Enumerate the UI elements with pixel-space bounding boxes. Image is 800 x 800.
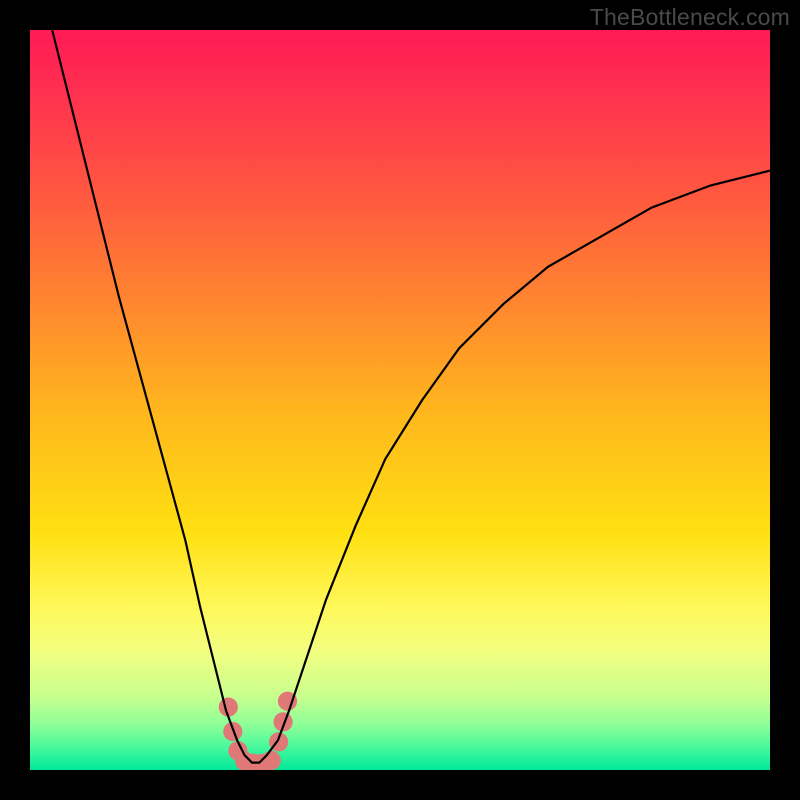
marker-bottom-dot-4 [262, 751, 281, 770]
chart-markers [219, 692, 297, 770]
chart-svg [30, 30, 770, 770]
watermark-text: TheBottleneck.com [590, 4, 790, 31]
chart-frame: TheBottleneck.com [0, 0, 800, 800]
chart-plot-area [30, 30, 770, 770]
chart-curve [52, 30, 770, 763]
